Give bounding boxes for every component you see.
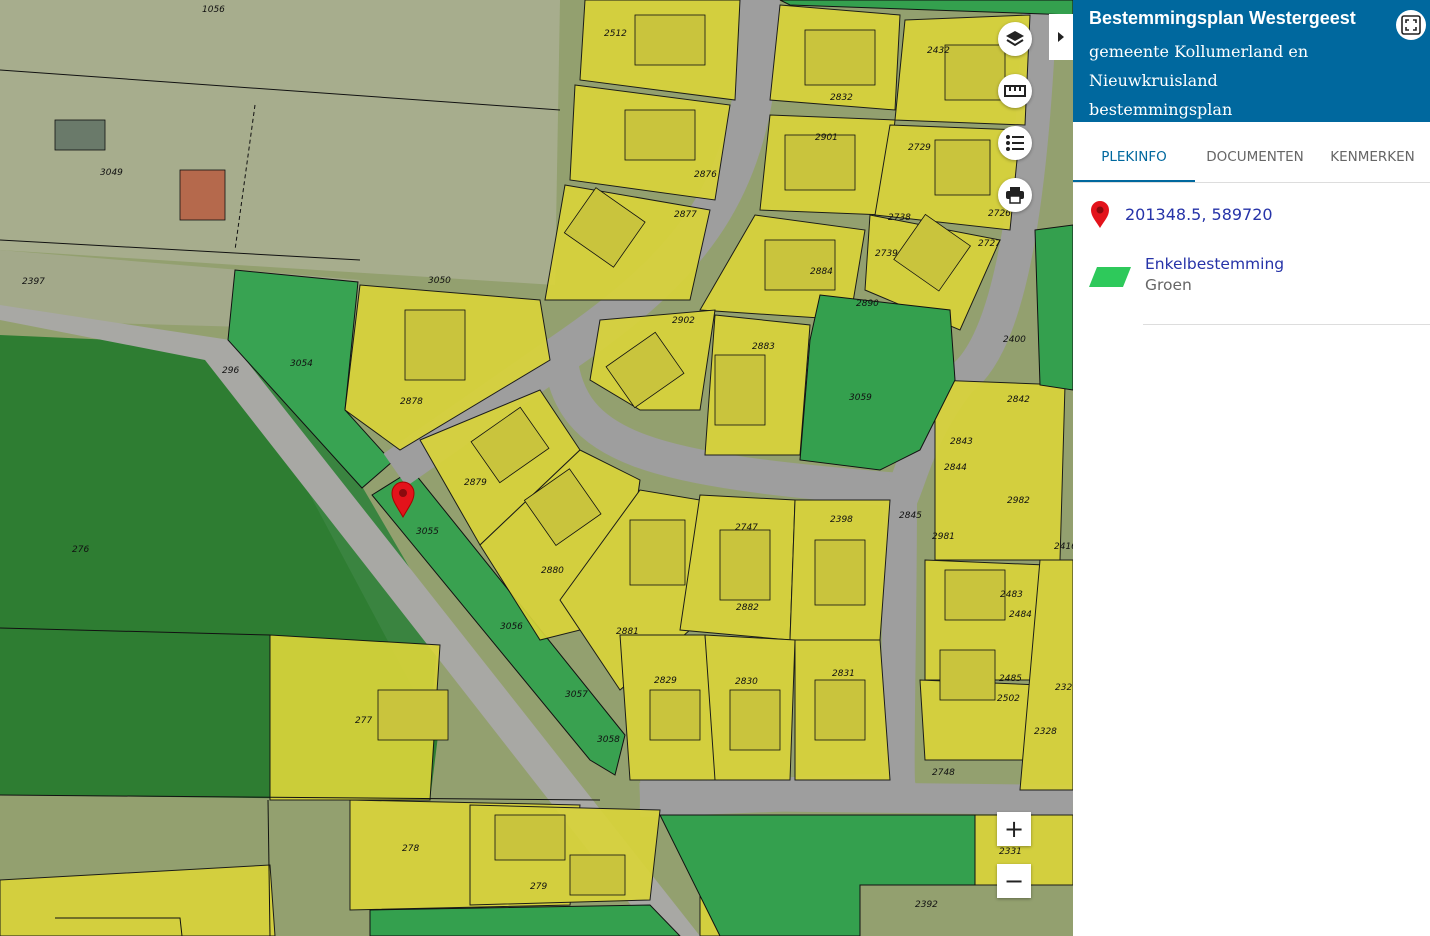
map-view[interactable]: 1056 2512 2432 2832 2901 2729 2876 3049 … [0, 0, 1073, 936]
plot-label: 2881 [616, 627, 639, 637]
plot-label: 2832 [830, 93, 853, 103]
plot-label: 277 [355, 716, 372, 726]
panel-toggle-button[interactable] [1049, 14, 1073, 60]
plot-label: 3049 [100, 168, 123, 178]
plot-label: 2485 [999, 674, 1022, 684]
plot-label: 2831 [832, 669, 855, 679]
plot-label: 2739 [875, 249, 898, 259]
plot-label: 2830 [735, 677, 758, 687]
plot-label: 2502 [997, 694, 1020, 704]
plot-label: 3055 [416, 527, 439, 537]
panel-header: Bestemmingsplan Westergeest gemeente Kol… [1073, 0, 1430, 148]
plot-label: 2331 [999, 847, 1022, 857]
printer-icon [1006, 187, 1024, 204]
plot-label: 2738 [888, 213, 911, 223]
location-row: 201348.5, 589720 [1073, 183, 1430, 229]
plan-type: bestemmingsplan [1089, 100, 1233, 119]
plan-municipality: gemeente Kollumerland en Nieuwkruisland [1089, 42, 1309, 90]
list-icon [1006, 135, 1024, 151]
plot-label: 2398 [830, 515, 853, 525]
result-subtitle: Groen [1145, 276, 1192, 294]
result-item[interactable]: Enkelbestemming Groen [1073, 229, 1430, 294]
legend-button[interactable] [998, 126, 1032, 160]
plot-label: 3058 [597, 735, 620, 745]
plot-label: 2729 [908, 143, 931, 153]
plot-label: 3050 [428, 276, 451, 286]
plot-label: 2483 [1000, 590, 1023, 600]
plot-label: 2876 [694, 170, 717, 180]
plot-label: 296 [222, 366, 239, 376]
plot-label: 2748 [932, 768, 955, 778]
fullscreen-button[interactable] [1396, 10, 1426, 40]
plot-label: 2981 [932, 532, 955, 542]
divider [1143, 324, 1430, 325]
plot-label: 2400 [1003, 335, 1026, 345]
plot-label: 2829 [654, 676, 677, 686]
zone-swatch-icon [1089, 267, 1131, 287]
plot-label: 2880 [541, 566, 564, 576]
plan-title: Bestemmingsplan Westergeest [1089, 8, 1356, 28]
plot-label: 2890 [856, 299, 879, 309]
plot-label: 2884 [810, 267, 833, 277]
plot-label: 2392 [915, 900, 938, 910]
plot-label: 2883 [752, 342, 775, 352]
plot-label: 3056 [500, 622, 523, 632]
plot-label: 2982 [1007, 496, 1030, 506]
plot-label: 2844 [944, 463, 967, 473]
plot-label: 3054 [290, 359, 313, 369]
zoom-in-button[interactable]: + [997, 812, 1031, 846]
plot-label: 2727 [978, 239, 1001, 249]
plot-label: 2484 [1009, 610, 1032, 620]
plot-label: 2902 [672, 316, 695, 326]
plot-label: 2328 [1034, 727, 1057, 737]
plot-label: 3059 [849, 393, 872, 403]
plot-label: 2877 [674, 210, 697, 220]
plot-label: 2747 [735, 523, 758, 533]
plot-label: 2512 [604, 29, 627, 39]
chevron-right-icon [1058, 32, 1064, 42]
zoom-out-button[interactable]: − [997, 864, 1031, 898]
layers-button[interactable] [998, 22, 1032, 56]
plot-label: 1056 [202, 5, 225, 15]
plot-label: 278 [402, 844, 419, 854]
map-canvas[interactable]: 1056 2512 2432 2832 2901 2729 2876 3049 … [0, 0, 1073, 936]
plan-status: onherroepelijk (vastgesteld 2012-05-03) [1089, 129, 1416, 148]
plot-label: 2882 [736, 603, 759, 613]
plot-label: 279 [530, 882, 547, 892]
plot-label: 2901 [815, 133, 838, 143]
plot-label: 2416 [1054, 542, 1073, 552]
plot-label: 232 [1055, 683, 1072, 693]
coordinates-text: 201348.5, 589720 [1125, 204, 1273, 224]
plot-label: 2845 [899, 511, 922, 521]
plot-label: 2842 [1007, 395, 1030, 405]
map-pin-icon [1091, 201, 1109, 228]
ruler-icon [1004, 85, 1026, 97]
measure-button[interactable] [998, 74, 1032, 108]
plot-label: 2432 [927, 46, 950, 56]
plot-label: 2878 [400, 397, 423, 407]
plot-label: 2879 [464, 478, 487, 488]
plot-label: 2843 [950, 437, 973, 447]
info-panel: Bestemmingsplan Westergeest gemeente Kol… [1073, 0, 1430, 936]
plot-label: 2397 [22, 277, 45, 287]
print-button[interactable] [998, 178, 1032, 212]
expand-icon [1401, 15, 1421, 35]
result-title-link[interactable]: Enkelbestemming [1145, 255, 1284, 273]
layers-icon [1006, 31, 1024, 47]
plot-label: 276 [72, 545, 89, 555]
plot-label: 3057 [565, 690, 588, 700]
